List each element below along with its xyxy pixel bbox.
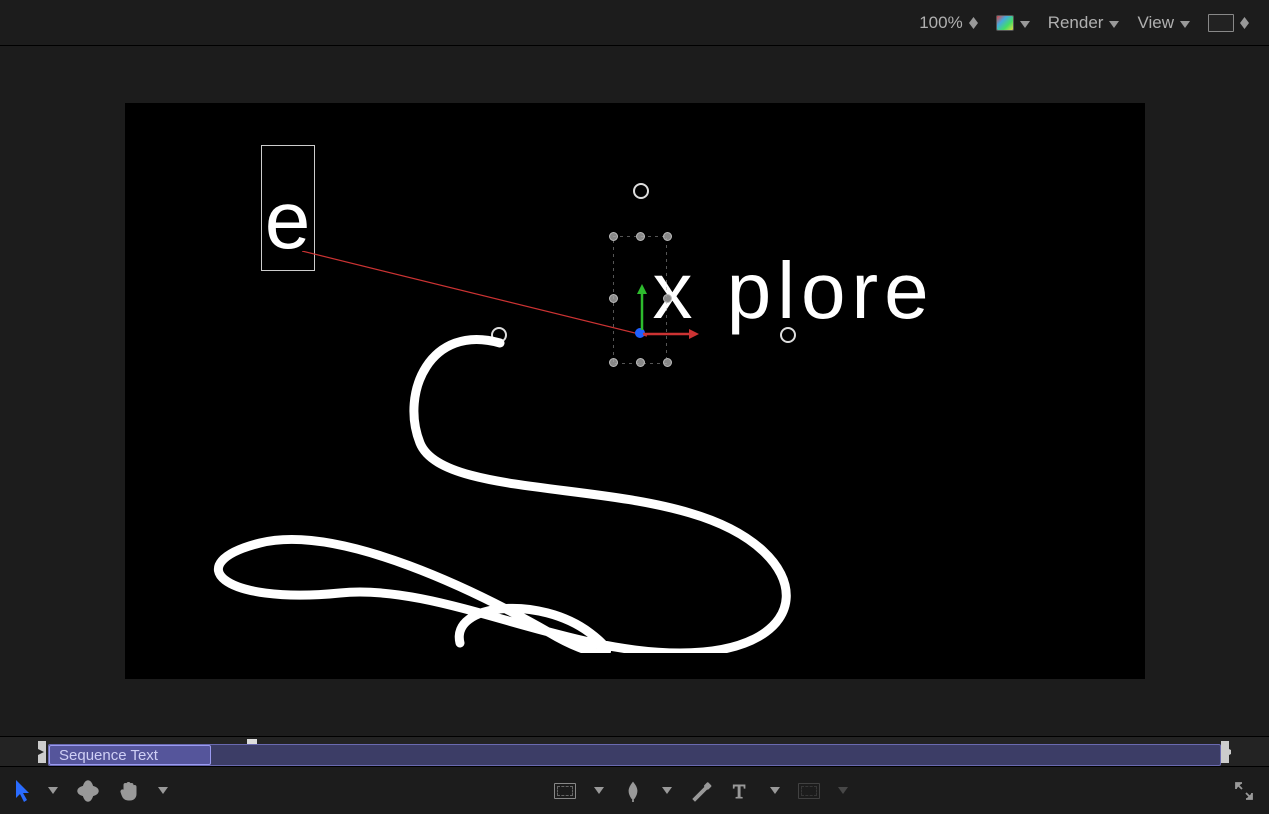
- rectangle-tool[interactable]: [554, 783, 576, 799]
- pen-tool-menu[interactable]: [662, 787, 672, 794]
- rectangle-icon: [554, 783, 576, 799]
- out-point-icon[interactable]: [1221, 741, 1231, 768]
- zoom-level-stepper[interactable]: 100%: [919, 13, 977, 33]
- select-tool[interactable]: [14, 780, 30, 802]
- view-label: View: [1137, 13, 1174, 33]
- pen-tool[interactable]: [622, 780, 644, 802]
- shape-tool-menu[interactable]: [594, 787, 604, 794]
- render-label: Render: [1048, 13, 1104, 33]
- glyph-e-bbox[interactable]: e: [261, 145, 315, 271]
- render-menu[interactable]: Render: [1048, 13, 1120, 33]
- paint-stroke-tool[interactable]: [690, 780, 712, 802]
- mask-icon: [798, 783, 820, 799]
- behavior-handle-top[interactable]: [633, 183, 649, 199]
- in-point-icon[interactable]: [38, 741, 48, 768]
- select-tool-menu[interactable]: [48, 787, 58, 794]
- mask-tool: [798, 783, 820, 799]
- mask-tool-menu: [838, 787, 848, 794]
- stepper-arrows-icon: [969, 17, 978, 29]
- fullscreen-toggle[interactable]: [1233, 780, 1255, 802]
- color-channels-menu[interactable]: [996, 13, 1030, 33]
- behavior-bar-label: Sequence Text: [59, 747, 158, 764]
- color-swatch-icon: [996, 15, 1014, 31]
- text-tool-menu[interactable]: [770, 787, 780, 794]
- chevron-down-icon: [1109, 13, 1119, 33]
- canvas-viewport[interactable]: e x plore: [125, 103, 1145, 679]
- 3d-transform-tool[interactable]: [76, 779, 100, 803]
- canvas-area[interactable]: e x plore: [0, 46, 1269, 736]
- axis-y-icon[interactable]: [636, 284, 648, 330]
- view-layouts-icon: [1208, 14, 1234, 32]
- glyph-remaining-text[interactable]: x plore: [653, 245, 935, 337]
- view-menu[interactable]: View: [1137, 13, 1190, 33]
- zoom-level-value: 100%: [919, 13, 962, 33]
- svg-text:T: T: [733, 781, 745, 802]
- canvas-bottom-toolbar: T: [0, 766, 1269, 814]
- view-layouts-menu[interactable]: [1208, 14, 1249, 32]
- chevron-down-icon: [1020, 13, 1030, 33]
- glyph-e: e: [265, 180, 311, 262]
- behavior-bar[interactable]: Sequence Text: [48, 744, 1221, 766]
- pan-tool-menu[interactable]: [158, 787, 168, 794]
- pan-tool[interactable]: [118, 780, 140, 802]
- text-tool[interactable]: T: [730, 780, 752, 802]
- canvas-top-toolbar: 100% Render View: [0, 0, 1269, 46]
- stepper-arrows-icon: [1240, 17, 1249, 29]
- flourish-path: [160, 333, 840, 653]
- chevron-down-icon: [1180, 13, 1190, 33]
